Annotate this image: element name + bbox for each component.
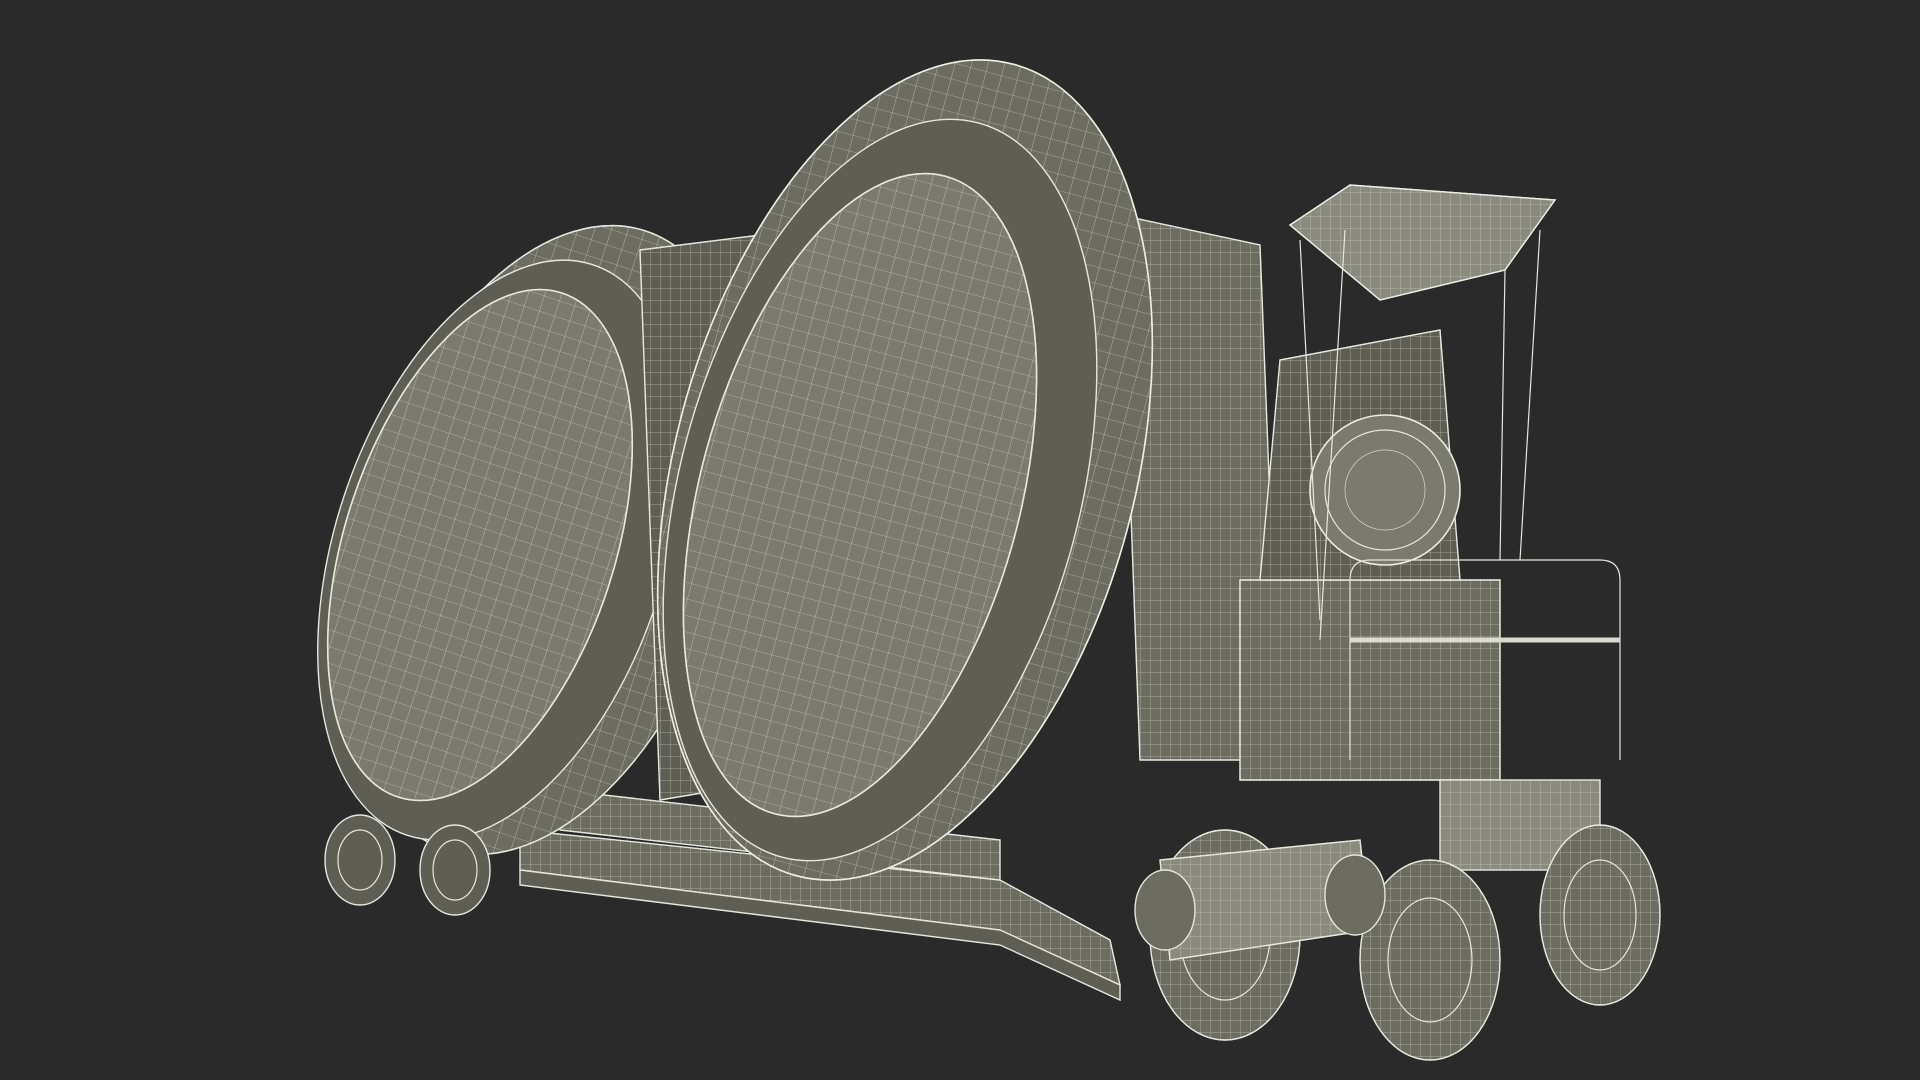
drive-housing [1239,329,1601,871]
wireframe-model [317,59,1661,1061]
render-viewport [0,0,1920,1080]
bogie [1134,839,1386,961]
